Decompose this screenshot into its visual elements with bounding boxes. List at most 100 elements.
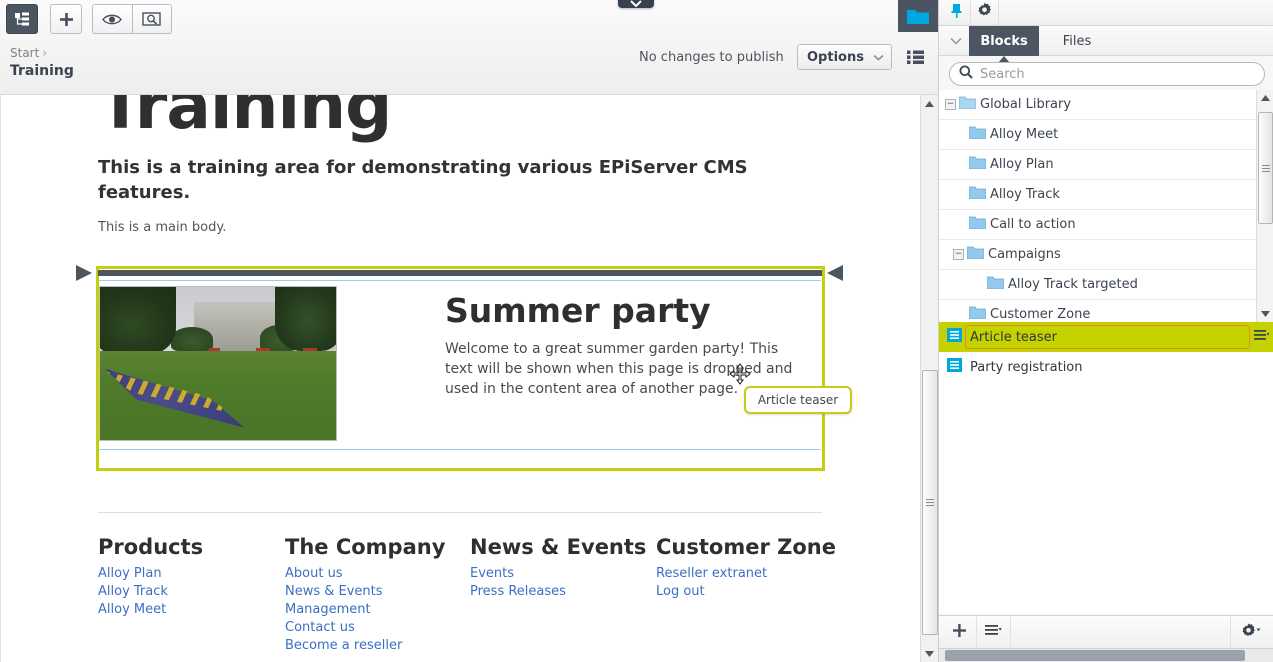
tree-scrollbar-thumb[interactable]	[1258, 112, 1273, 224]
tree-item-customer-zone[interactable]: Customer Zone	[939, 300, 1273, 322]
article-teaser-block[interactable]: Summer party Welcome to a great summer g…	[99, 280, 821, 450]
scroll-up-arrow-icon[interactable]	[921, 95, 938, 112]
drag-tooltip-label: Article teaser	[757, 393, 839, 407]
footer-column-the-company: The Company About us News & Events Manag…	[285, 535, 470, 655]
assets-folder-button[interactable]	[898, 0, 938, 32]
tree-item-alloy-track[interactable]: Alloy Track	[939, 180, 1273, 210]
footer-link[interactable]: Alloy Plan	[98, 565, 285, 583]
footer-link[interactable]: Press Releases	[470, 583, 656, 601]
tree-item-label: Global Library	[980, 97, 1072, 112]
footer-column-title: Products	[98, 535, 204, 559]
preview-page-intro: This is a training area for demonstratin…	[98, 157, 748, 203]
options-button[interactable]: Options	[797, 44, 892, 70]
gear-dropdown-icon	[1241, 623, 1261, 642]
folder-icon	[986, 276, 1005, 293]
tree-item-label: Alloy Track	[990, 187, 1060, 202]
footer-divider	[98, 512, 822, 513]
folder-icon	[968, 306, 987, 322]
search-box[interactable]	[949, 62, 1265, 86]
footer-link[interactable]: Contact us	[285, 619, 470, 637]
preview-eye-button[interactable]	[93, 5, 132, 33]
preview-page-body: This is a main body.	[98, 220, 227, 235]
page-preview-area: Training This is a training area for dem…	[0, 95, 938, 662]
footer-link[interactable]: Alloy Meet	[98, 601, 285, 619]
create-new-button[interactable]	[50, 4, 82, 34]
collapse-panel-button[interactable]	[945, 30, 967, 52]
footer-link[interactable]: About us	[285, 565, 470, 583]
folder-icon	[968, 126, 987, 143]
footer-link[interactable]: Alloy Track	[98, 583, 285, 601]
main-scrollbar-thumb[interactable]	[922, 370, 938, 635]
toolbar-row	[0, 0, 938, 38]
assets-horizontal-scrollbar-thumb[interactable]	[945, 650, 1245, 661]
block-item-party-registration[interactable]: Party registration	[939, 352, 1273, 382]
assets-horizontal-scrollbar[interactable]	[939, 648, 1273, 662]
folder-icon	[968, 186, 987, 203]
footer-link[interactable]: Reseller extranet	[656, 565, 836, 583]
footer-column-customer-zone: Customer Zone Reseller extranet Log out	[656, 535, 836, 655]
add-block-button[interactable]	[943, 616, 977, 648]
scrollbar-grip-icon	[1261, 163, 1270, 174]
assets-settings-button[interactable]	[1230, 616, 1270, 648]
list-menu-button[interactable]	[977, 616, 1011, 648]
chevron-down-icon	[950, 34, 962, 49]
scroll-down-arrow-icon[interactable]	[921, 645, 938, 662]
tree-item-call-to-action[interactable]: Call to action	[939, 210, 1273, 240]
search-input[interactable]	[980, 66, 1245, 82]
assets-panel-topbar	[939, 0, 1273, 26]
breadcrumb-root[interactable]: Start	[10, 46, 39, 60]
asset-tree: − Global Library Alloy Meet Alloy Plan A…	[939, 90, 1273, 322]
tree-scrollbar[interactable]	[1256, 90, 1273, 322]
chevron-down-icon	[873, 54, 884, 61]
scroll-down-arrow-icon[interactable]	[1257, 306, 1273, 322]
plus-icon	[952, 623, 967, 642]
footer-column-products: Products Alloy Plan Alloy Track Alloy Me…	[98, 535, 285, 655]
assets-panel: Blocks Files − Global Library	[938, 0, 1273, 662]
footer-column-title: The Company	[285, 535, 446, 559]
block-item-article-teaser[interactable]: Article teaser	[939, 322, 1273, 352]
preview-search-icon	[142, 11, 162, 27]
footer-link[interactable]: Events	[470, 565, 656, 583]
expander-icon[interactable]: −	[953, 249, 964, 260]
drop-marker-right-icon	[827, 265, 843, 281]
tab-files[interactable]: Files	[1047, 26, 1107, 56]
tree-item-alloy-meet[interactable]: Alloy Meet	[939, 120, 1273, 150]
options-button-label: Options	[807, 49, 864, 65]
chevron-down-icon	[630, 0, 642, 8]
row-menu-icon[interactable]	[1254, 329, 1270, 345]
preview-inspect-button[interactable]	[131, 5, 171, 33]
tab-blocks[interactable]: Blocks	[969, 26, 1039, 63]
block-icon	[947, 358, 962, 376]
assets-panel-tabs: Blocks Files	[939, 26, 1273, 63]
footer-link[interactable]: Log out	[656, 583, 836, 601]
tree-item-global-library[interactable]: − Global Library	[939, 90, 1273, 120]
preview-page-heading: Training	[98, 95, 392, 144]
list-menu-icon	[985, 624, 1002, 640]
garden-photo	[100, 287, 336, 440]
folder-icon	[966, 246, 985, 263]
navigation-tree-button[interactable]	[6, 4, 38, 34]
list-view-button[interactable]	[903, 46, 927, 68]
scrollbar-grip-icon	[926, 497, 934, 508]
tree-item-alloy-plan[interactable]: Alloy Plan	[939, 150, 1273, 180]
expander-icon[interactable]: −	[945, 99, 956, 110]
block-icon	[947, 328, 962, 346]
preview-footer: Products Alloy Plan Alloy Track Alloy Me…	[98, 535, 858, 655]
eye-icon	[102, 13, 123, 26]
panel-settings-button[interactable]	[971, 0, 999, 25]
pin-button[interactable]	[943, 0, 971, 25]
tree-item-campaigns[interactable]: − Campaigns	[939, 240, 1273, 270]
footer-link[interactable]: Become a reseller	[285, 637, 470, 655]
folder-icon	[968, 216, 987, 233]
tab-files-label: Files	[1062, 33, 1092, 49]
footer-link[interactable]: Management	[285, 601, 470, 619]
tree-item-label: Alloy Plan	[990, 157, 1054, 172]
content-left-divider	[0, 95, 1, 662]
scroll-up-arrow-icon[interactable]	[1257, 90, 1273, 106]
footer-link[interactable]: News & Events	[285, 583, 470, 601]
global-toolbar: Start › Training No changes to publish Op…	[0, 0, 938, 95]
tree-item-alloy-track-targeted[interactable]: Alloy Track targeted	[939, 270, 1273, 300]
footer-column-title: News & Events	[470, 535, 647, 559]
panel-toggle-handle[interactable]	[618, 0, 654, 8]
main-scrollbar[interactable]	[920, 95, 938, 662]
